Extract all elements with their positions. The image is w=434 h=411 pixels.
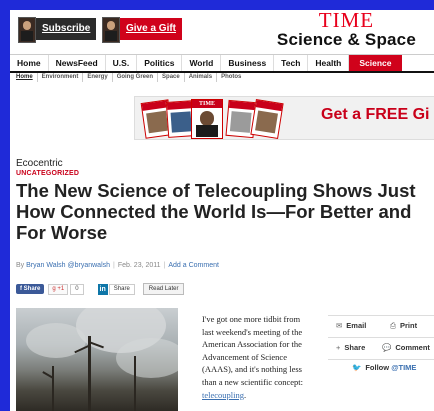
ad-magazine-cover xyxy=(250,99,284,139)
nav-home[interactable]: Home xyxy=(10,55,49,71)
nav-business[interactable]: Business xyxy=(221,55,275,71)
printer-icon: ⎙ xyxy=(390,321,396,330)
top-header: Subscribe Give a Gift TIME Science & Spa… xyxy=(10,10,434,50)
subnav-energy[interactable]: Energy xyxy=(83,73,113,82)
byline: By Bryan Walsh @bryanwalsh | Feb. 23, 2011… xyxy=(16,262,219,269)
share-tool-button[interactable]: + Share xyxy=(336,343,365,352)
subnav-space[interactable]: Space xyxy=(158,73,185,82)
follow-label: Follow xyxy=(365,363,390,372)
give-a-gift-button[interactable]: Give a Gift xyxy=(120,18,183,40)
share-bar: f Share g +1 0 in Share Read Later xyxy=(16,282,185,296)
linkedin-icon[interactable]: in xyxy=(97,283,108,295)
article-body-end: . xyxy=(244,389,247,400)
nav-politics[interactable]: Politics xyxy=(137,55,183,71)
plus-icon: + xyxy=(336,343,341,352)
follow-handle: @TIME xyxy=(391,363,417,372)
nav-us[interactable]: U.S. xyxy=(106,55,138,71)
article-body-text: I've got one more tidbit from last weeke… xyxy=(202,314,304,387)
category-label[interactable]: UNCATEGORIZED xyxy=(16,170,79,177)
comment-button[interactable]: 💬 Comment xyxy=(382,343,430,352)
share-label: Share xyxy=(344,343,366,352)
time-logo[interactable]: TIME Science & Space xyxy=(277,10,416,49)
author-twitter-handle[interactable]: @bryanwalsh xyxy=(68,262,111,269)
nav-world[interactable]: World xyxy=(182,55,222,71)
brand-time: TIME xyxy=(318,10,375,32)
nav-health[interactable]: Health xyxy=(308,55,350,71)
email-button[interactable]: ✉ Email xyxy=(336,321,366,330)
subscribe-button[interactable]: Subscribe xyxy=(36,18,97,40)
subnav-home[interactable]: Home xyxy=(16,73,38,82)
print-label: Print xyxy=(400,321,418,330)
add-comment-link[interactable]: Add a Comment xyxy=(168,262,219,269)
author-link[interactable]: Bryan Walsh xyxy=(26,262,65,269)
google-plus-count: 0 xyxy=(70,283,84,295)
google-plus-button[interactable]: g +1 xyxy=(48,283,69,295)
envelope-icon: ✉ xyxy=(336,321,343,330)
facebook-share-button[interactable]: f Share xyxy=(16,284,45,294)
subscription-ad-banner[interactable]: TIME Get a FREE Gi xyxy=(134,96,434,140)
brand-section: Science & Space xyxy=(276,30,416,49)
email-label: Email xyxy=(346,321,367,330)
byline-by: By xyxy=(16,262,25,269)
follow-time-button[interactable]: 🐦 Follow @TIME xyxy=(352,363,416,372)
print-button[interactable]: ⎙ Print xyxy=(390,321,417,331)
comment-bubble-icon: 💬 xyxy=(382,343,392,352)
subnav-animals[interactable]: Animals xyxy=(185,73,218,82)
article-headline: The New Science of Telecoupling Shows Ju… xyxy=(16,180,416,243)
telecoupling-link[interactable]: telecoupling xyxy=(202,390,244,400)
ad-magazine-cover-main: TIME xyxy=(191,99,223,139)
read-later-button[interactable]: Read Later xyxy=(142,283,185,295)
gift-thumbnail[interactable] xyxy=(102,17,120,43)
page: Subscribe Give a Gift TIME Science & Spa… xyxy=(10,10,434,411)
article-body: I've got one more tidbit from last weeke… xyxy=(202,313,310,401)
subnav-environment[interactable]: Environment xyxy=(38,73,84,82)
blog-name[interactable]: Ecocentric xyxy=(16,158,63,169)
sub-nav: Home Environment Energy Going Green Spac… xyxy=(16,73,245,82)
publish-date: Feb. 23, 2011 xyxy=(117,262,161,269)
subscribe-thumbnail[interactable] xyxy=(18,17,36,43)
nav-tech[interactable]: Tech xyxy=(274,55,309,71)
ad-headline: Get a FREE Gi xyxy=(321,106,430,123)
comment-label: Comment xyxy=(395,343,430,352)
subnav-photos[interactable]: Photos xyxy=(217,73,245,82)
twitter-bird-icon: 🐦 xyxy=(352,363,362,372)
linkedin-share-button[interactable]: Share xyxy=(108,283,135,295)
main-nav: Home NewsFeed U.S. Politics World Busine… xyxy=(10,54,434,73)
nav-science[interactable]: Science xyxy=(349,55,402,71)
article-photo[interactable] xyxy=(16,308,178,411)
subnav-going-green[interactable]: Going Green xyxy=(113,73,159,82)
nav-newsfeed[interactable]: NewsFeed xyxy=(49,55,106,71)
